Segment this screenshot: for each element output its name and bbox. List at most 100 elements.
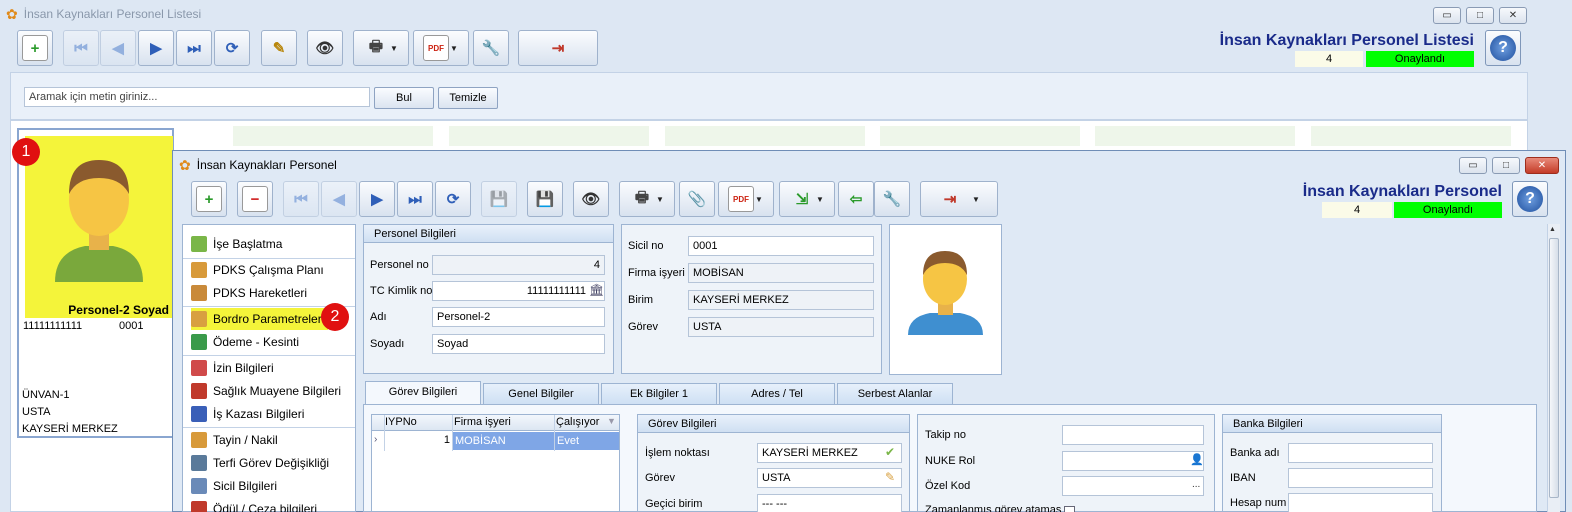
refresh-button[interactable]: ⟳ xyxy=(214,30,250,66)
pdf-export-button[interactable]: PDF ▼ xyxy=(413,30,469,66)
grid-col-calisiyor[interactable]: Çalışıyor xyxy=(556,416,599,428)
back-arrow-icon: ⇦ xyxy=(849,191,863,208)
personel-no-field[interactable]: 4 xyxy=(432,255,605,275)
tab-ek-bilgiler[interactable]: Ek Bilgiler 1 xyxy=(601,383,717,405)
banka-adi-field[interactable] xyxy=(1288,443,1433,463)
table-row[interactable]: › 1 MOBİSAN Evet xyxy=(372,432,619,450)
inner-help-button[interactable]: ? xyxy=(1512,181,1548,217)
gorev-field[interactable]: USTA xyxy=(688,317,874,337)
inner-last-button[interactable]: ⏭ xyxy=(397,181,433,217)
clear-button[interactable]: Temizle xyxy=(438,87,498,109)
inner-new-button[interactable]: + xyxy=(191,181,227,217)
sicil-field[interactable]: 0001 xyxy=(688,236,874,256)
personnel-photo[interactable] xyxy=(889,224,1002,375)
menu-item-ise-baslatma[interactable]: İşe Başlatma xyxy=(191,233,282,255)
gorev-label: Görev xyxy=(628,321,658,333)
tab-genel-bilgiler[interactable]: Genel Bilgiler xyxy=(483,383,599,405)
tag-icon[interactable]: ✎ xyxy=(885,470,895,484)
inner-attach-button[interactable]: 📎 xyxy=(679,181,715,217)
prev-record-button[interactable]: ◀ xyxy=(100,30,136,66)
menu-item-is-kazasi[interactable]: İş Kazası Bilgileri xyxy=(191,403,304,425)
tab-gorev-bilgileri[interactable]: Görev Bilgileri xyxy=(365,381,481,405)
menu-item-odul-ceza[interactable]: Ödül / Ceza bilgileri xyxy=(191,498,317,512)
grid-col-iypno[interactable]: IYPNo xyxy=(385,416,417,428)
card-unvan: ÜNVAN-1 xyxy=(22,389,70,401)
birim-field[interactable]: KAYSERİ MERKEZ xyxy=(688,290,874,310)
inner-next-button[interactable]: ▶ xyxy=(359,181,395,217)
inner-print-button[interactable]: 🖶 ▼ xyxy=(619,181,675,217)
personnel-card[interactable]: Personel-2 Soyad 11111111111 0001 ÜNVAN-… xyxy=(17,128,174,438)
menu-item-odeme-kesinti[interactable]: Ödeme - Kesinti xyxy=(191,331,299,353)
gecici-birim-field[interactable]: --- --- xyxy=(757,494,902,512)
next-record-button[interactable]: ▶ xyxy=(138,30,174,66)
inner-cancel-save-button[interactable]: 💾 xyxy=(527,181,563,217)
inner-minimize-button[interactable]: ▭ xyxy=(1459,157,1487,174)
inner-import-button[interactable]: ⇲ ▼ xyxy=(779,181,835,217)
menu-divider xyxy=(183,427,355,428)
menu-item-pdks-hareketleri[interactable]: PDKS Hareketleri xyxy=(191,282,307,304)
islem-noktasi-field[interactable]: KAYSERİ MERKEZ xyxy=(757,443,902,463)
nuke-rol-field[interactable] xyxy=(1062,451,1204,471)
bank-building-icon[interactable]: 🏛 xyxy=(589,283,604,297)
inner-delete-button[interactable]: − xyxy=(237,181,273,217)
menu-item-izin[interactable]: İzin Bilgileri xyxy=(191,357,274,379)
menu-divider xyxy=(183,355,355,356)
inner-pdf-button[interactable]: PDF ▼ xyxy=(718,181,774,217)
iban-field[interactable] xyxy=(1288,468,1433,488)
menu-item-terfi[interactable]: Terfi Görev Değişikliği xyxy=(191,452,329,474)
scroll-up-icon[interactable]: ▲ xyxy=(1549,226,1556,233)
print-button[interactable]: 🖶 ▼ xyxy=(353,30,409,66)
outer-minimize-button[interactable]: ▭ xyxy=(1433,7,1461,24)
scroll-thumb[interactable] xyxy=(1549,238,1559,498)
takip-no-field[interactable] xyxy=(1062,425,1204,445)
inner-maximize-button[interactable]: □ xyxy=(1492,157,1520,174)
menu-item-pdks-calisma[interactable]: PDKS Çalışma Planı xyxy=(191,259,324,281)
sicil-label: Sicil no xyxy=(628,240,664,252)
exit-button[interactable]: ⇥ xyxy=(518,30,598,66)
last-icon: ⏭ xyxy=(408,190,422,208)
first-record-button[interactable]: ⏮ xyxy=(63,30,99,66)
inner-settings-button[interactable]: 🔧 xyxy=(874,181,910,217)
new-record-button[interactable]: + xyxy=(17,30,53,66)
exit-door-icon: ⇥ xyxy=(943,191,957,208)
ellipsis-button[interactable]: ... xyxy=(1192,479,1200,490)
inner-prev-button[interactable]: ◀ xyxy=(321,181,357,217)
settings-button[interactable]: 🔧 xyxy=(473,30,509,66)
ozel-kod-field[interactable] xyxy=(1062,476,1204,496)
hesap-num-field[interactable] xyxy=(1288,493,1433,512)
vertical-scrollbar[interactable]: ▲ xyxy=(1547,224,1560,512)
search-button[interactable]: Bul xyxy=(374,87,434,109)
gorev2-field[interactable]: USTA xyxy=(757,468,902,488)
outer-close-button[interactable]: ✕ xyxy=(1499,7,1527,24)
inner-back-button[interactable]: ⇦ xyxy=(838,181,874,217)
inner-first-button[interactable]: ⏮ xyxy=(283,181,319,217)
menu-item-sicil[interactable]: Sicil Bilgileri xyxy=(191,475,277,497)
ad-field[interactable]: Personel-2 xyxy=(432,307,605,327)
inner-exit-button[interactable]: ⇥ ▼ xyxy=(920,181,998,217)
inner-refresh-button[interactable]: ⟳ xyxy=(435,181,471,217)
tab-adres-tel[interactable]: Adres / Tel xyxy=(719,383,835,405)
grid-col-firma[interactable]: Firma işyeri xyxy=(454,416,511,428)
menu-item-bordro[interactable]: Bordro Parametreleri xyxy=(191,308,329,330)
preview-button[interactable]: 👁 xyxy=(307,30,343,66)
inner-save-button[interactable]: 💾 xyxy=(481,181,517,217)
soyad-field[interactable]: Soyad xyxy=(432,334,605,354)
check-icon[interactable]: ✔ xyxy=(885,445,895,459)
inner-close-button[interactable]: ✕ xyxy=(1525,157,1559,174)
zamanlanmis-checkbox[interactable] xyxy=(1064,506,1075,512)
search-input[interactable]: Aramak için metin giriniz... xyxy=(24,87,370,107)
last-record-button[interactable]: ⏭ xyxy=(176,30,212,66)
menu-item-saglik[interactable]: Sağlık Muayene Bilgileri xyxy=(191,380,341,402)
prev-icon: ◀ xyxy=(333,191,345,208)
tc-kimlik-field[interactable]: 11111111111 xyxy=(432,281,605,301)
inner-preview-button[interactable]: 👁 xyxy=(573,181,609,217)
outer-maximize-button[interactable]: □ xyxy=(1466,7,1494,24)
user-search-icon[interactable]: 👤 xyxy=(1190,453,1204,466)
filter-icon[interactable]: ▼ xyxy=(607,416,616,426)
tab-serbest-alanlar[interactable]: Serbest Alanlar xyxy=(837,383,953,405)
outer-help-button[interactable]: ? xyxy=(1485,30,1521,66)
menu-item-tayin[interactable]: Tayin / Nakil xyxy=(191,429,278,451)
edit-button[interactable]: ✎ xyxy=(261,30,297,66)
hesap-num-label: Hesap num xyxy=(1230,497,1287,509)
firma-field[interactable]: MOBİSAN xyxy=(688,263,874,283)
